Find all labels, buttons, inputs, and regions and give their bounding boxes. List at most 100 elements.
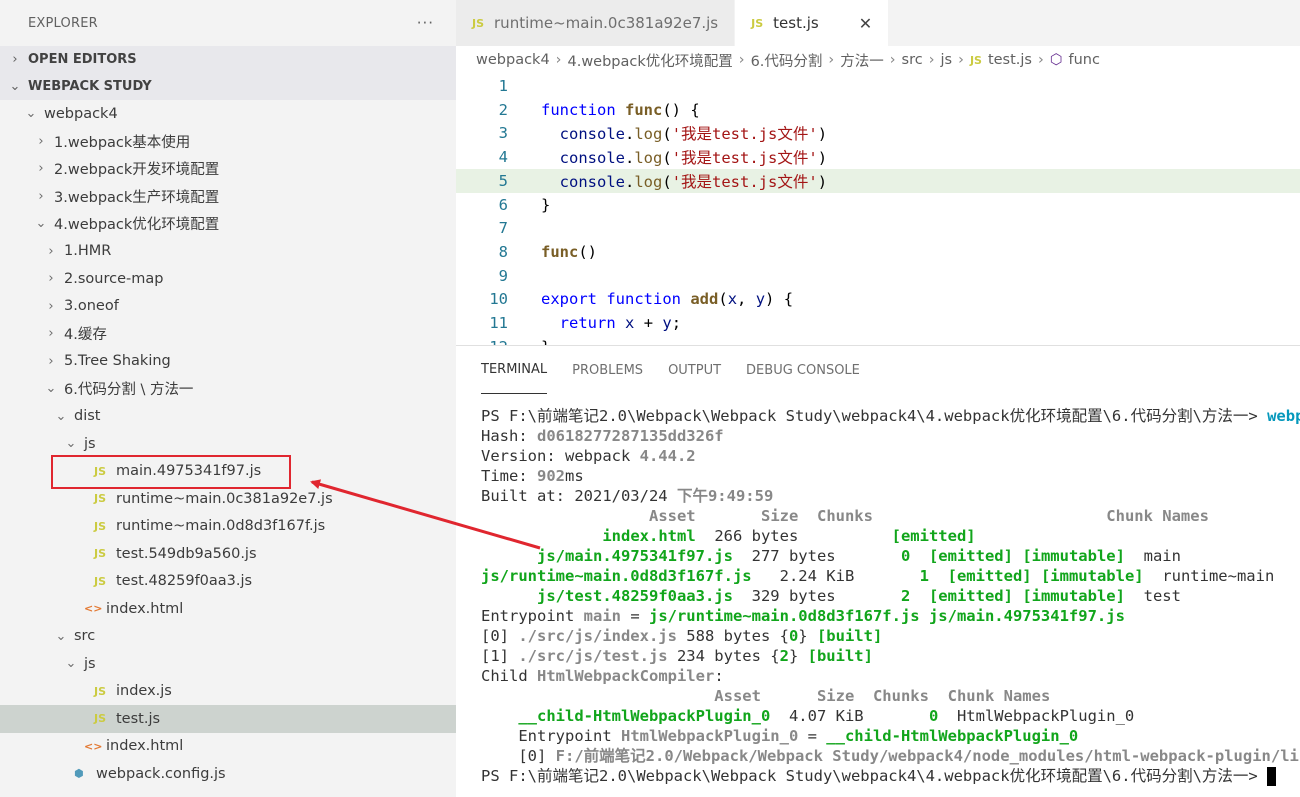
code-line: 7	[456, 216, 1300, 240]
tree-item-label: 4.webpack优化环境配置	[54, 217, 220, 234]
tree-item-label: 2.source-map	[64, 270, 164, 287]
tree-item[interactable]: › 4.缓存	[0, 320, 456, 348]
code-line: 2 function func() {	[456, 98, 1300, 122]
chevron-down-icon: ⌄	[65, 656, 77, 672]
tree-item-label: 1.webpack基本使用	[54, 134, 191, 151]
tree-item[interactable]: JS test.48259f0aa3.js	[0, 568, 456, 596]
tree-item[interactable]: › 1.HMR	[0, 238, 456, 266]
close-icon[interactable]: ✕	[859, 14, 872, 33]
workspace-label: WEBPACK STUDY	[28, 79, 152, 94]
tree-item[interactable]: ⌄ webpack4	[0, 100, 456, 128]
tree-item-label: runtime~main.0c381a92e7.js	[116, 490, 333, 507]
tree-item[interactable]: › 2.webpack开发环境配置	[0, 155, 456, 183]
js-file-icon: JS	[94, 492, 107, 506]
js-file-icon: JS	[751, 16, 764, 30]
panel-tab[interactable]: OUTPUT	[668, 346, 721, 394]
open-editors-label: OPEN EDITORS	[28, 52, 137, 67]
code-line: 8 func()	[456, 240, 1300, 264]
code-line: 5 console.log('我是test.js文件')	[456, 168, 1300, 193]
html-file-icon: <>	[84, 739, 103, 753]
chevron-down-icon: ⌄	[55, 628, 67, 644]
breadcrumb-item[interactable]: 方法一	[840, 50, 884, 71]
breadcrumb-item[interactable]: js	[941, 52, 953, 68]
tree-item[interactable]: ⌄ js	[0, 650, 456, 678]
workspace-section[interactable]: ⌄ WEBPACK STUDY	[0, 73, 456, 100]
tree-item[interactable]: ⌄ dist	[0, 403, 456, 431]
code-text: console.log('我是test.js文件')	[559, 149, 828, 168]
function-symbol-icon: ⬡	[1049, 52, 1063, 68]
tree-item-label: 2.webpack开发环境配置	[54, 162, 220, 179]
tree-item-label: 3.oneof	[64, 298, 119, 315]
tab-label: test.js	[773, 14, 819, 32]
editor-tab[interactable]: JS test.js ✕	[735, 0, 890, 46]
tree-item[interactable]: › 3.oneof	[0, 293, 456, 321]
chevron-right-icon: ›	[48, 353, 54, 369]
tree-item[interactable]: › 2.source-map	[0, 265, 456, 293]
breadcrumb-item[interactable]: func	[1068, 52, 1099, 68]
code-view[interactable]: 1 2 function func() {3 console.log('我是test…	[456, 74, 1300, 345]
tree-item[interactable]: › 5.Tree Shaking	[0, 348, 456, 376]
tree-item[interactable]: <> index.html	[0, 733, 456, 761]
breadcrumb-item[interactable]: 4.webpack优化环境配置	[567, 50, 732, 71]
line-number: 11	[489, 314, 508, 332]
breadcrumb-item[interactable]: src	[902, 52, 923, 68]
tree-item[interactable]: › 3.webpack生产环境配置	[0, 183, 456, 211]
tree-item-label: dist	[74, 408, 101, 425]
breadcrumb-item[interactable]: test.js	[988, 52, 1032, 68]
tree-item[interactable]: <> index.html	[0, 595, 456, 623]
tree-item[interactable]: ⌄ js	[0, 430, 456, 458]
tree-item-label: js	[84, 655, 96, 672]
editor-tab[interactable]: JS runtime~main.0c381a92e7.js	[456, 0, 736, 46]
panel-tab[interactable]: TERMINAL	[481, 346, 548, 394]
tree-item[interactable]: JS runtime~main.0c381a92e7.js	[0, 485, 456, 513]
tree-item[interactable]: JS test.549db9a560.js	[0, 540, 456, 568]
terminal-line: Asset Size Chunks Chunk Names	[714, 687, 1051, 705]
terminal-line: [0] F:/前端笔记2.0/Webpack/Webpack Study/web…	[481, 747, 1300, 765]
chevron-right-icon: ›	[958, 52, 964, 68]
terminal-line: Version: webpack 4.44.2	[481, 447, 696, 465]
chevron-down-icon: ⌄	[9, 79, 21, 94]
chevron-right-icon: ›	[48, 298, 54, 314]
chevron-right-icon: ›	[38, 188, 44, 204]
js-file-icon: JS	[94, 684, 107, 698]
webpack-config-icon: ⬢	[74, 767, 84, 781]
code-line: 4 console.log('我是test.js文件')	[456, 145, 1300, 169]
code-line: 11 return x + y;	[456, 311, 1300, 335]
tree-item[interactable]: ⬢ webpack.config.js	[0, 760, 456, 788]
html-file-icon: <>	[84, 602, 103, 616]
tree-item-label: js	[84, 435, 96, 452]
tree-item[interactable]: ⌄ 4.webpack优化环境配置	[0, 210, 456, 238]
breadcrumb-item[interactable]: webpack4	[476, 52, 550, 68]
code-line: 12}	[456, 335, 1300, 345]
tree-item[interactable]: JS runtime~main.0d8d3f167f.js	[0, 513, 456, 541]
tree-item[interactable]: ⌄ 6.代码分割 \ 方法一	[0, 375, 456, 403]
tree-item[interactable]: ⌄ src	[0, 623, 456, 651]
panel-tab[interactable]: DEBUG CONSOLE	[746, 346, 860, 394]
terminal-line: index.html 266 bytes [emitted]	[602, 527, 976, 545]
more-actions-icon[interactable]: ···	[417, 14, 434, 32]
chevron-right-icon: ›	[1038, 52, 1044, 68]
explorer-sidebar: EXPLORER ··· › OPEN EDITORS ⌄ WEBPACK ST…	[0, 0, 456, 797]
chevron-right-icon: ›	[12, 52, 18, 67]
line-number: 9	[498, 266, 508, 285]
tree-item-label: test.48259f0aa3.js	[116, 573, 253, 590]
open-editors-section[interactable]: › OPEN EDITORS	[0, 46, 456, 73]
tree-item[interactable]: JS index.js	[0, 678, 456, 706]
line-number: 5	[498, 171, 508, 190]
panel-tab[interactable]: PROBLEMS	[572, 346, 643, 394]
code-text: return x + y;	[559, 314, 682, 332]
line-number: 12	[456, 338, 508, 345]
editor-tabs: JS runtime~main.0c381a92e7.js JS test.js ✕	[456, 0, 1300, 46]
tree-item-label: index.js	[116, 683, 172, 700]
breadcrumb-item[interactable]: 6.代码分割	[751, 50, 823, 71]
bottom-panel: TERMINAL PROBLEMS OUTPUT DEBUG CONSOLE PS F…	[456, 345, 1300, 797]
chevron-right-icon: ›	[738, 52, 745, 68]
tree-item[interactable]: › 1.webpack基本使用	[0, 128, 456, 156]
chevron-right-icon: ›	[889, 52, 896, 68]
chevron-right-icon: ›	[928, 52, 935, 68]
tree-item-label: runtime~main.0d8d3f167f.js	[116, 518, 326, 535]
terminal-line: Entrypoint HtmlWebpackPlugin_0 = __child…	[481, 727, 1079, 745]
terminal-line: js/runtime~main.0d8d3f167f.js 2.24 KiB 1…	[481, 567, 1275, 585]
tree-item[interactable]: JS test.js	[0, 705, 456, 733]
code-text: }	[541, 195, 551, 214]
